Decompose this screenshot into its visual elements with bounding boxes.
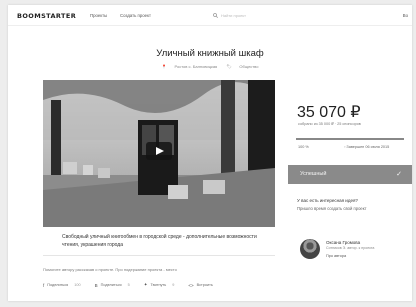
- project-category[interactable]: Общество: [239, 64, 258, 69]
- share-count: 5: [127, 283, 130, 287]
- project-meta: 📍 Ростов с. Балновицкая 🏷 Общество: [8, 64, 412, 69]
- share-label: Поделиться: [100, 283, 122, 287]
- share-facebook[interactable]: f Поделиться 100: [43, 283, 81, 288]
- twitter-icon: ✦: [143, 282, 148, 287]
- status-label: Успешный: [300, 171, 327, 177]
- embed-icon: <>: [188, 282, 194, 288]
- funding-progress-fill: [296, 138, 404, 140]
- location-icon: 📍: [161, 64, 167, 69]
- section-divider: [43, 255, 275, 256]
- author-about: Сотников Э. автор. к проекта: [326, 246, 375, 250]
- deadline-label: Завершен 06 июля 2015: [346, 145, 390, 149]
- nav-create-project[interactable]: Создать проект: [120, 13, 151, 18]
- check-icon: ✓: [396, 171, 402, 178]
- create-project-link[interactable]: Пришло время создать свой проект: [297, 206, 367, 211]
- idea-question: У вас есть интересная идея?: [297, 198, 358, 203]
- collected-info: собрано из 35 000 ₽ · 25 спонсоров: [298, 122, 361, 126]
- vk-icon: В: [94, 282, 98, 288]
- page-frame: BOOMSTARTER Проекты Создать проект Найти…: [8, 5, 412, 301]
- share-count: 100: [74, 283, 81, 287]
- funding-progress-bar: [296, 138, 404, 140]
- status-button[interactable]: Успешный ✓: [288, 165, 412, 184]
- project-video[interactable]: [43, 80, 275, 227]
- deadline-text: ▫ Завершен 06 июля 2015: [344, 145, 389, 149]
- tag-icon: 🏷: [226, 64, 232, 69]
- project-location[interactable]: Ростов с. Балновицкая: [175, 64, 218, 69]
- avatar[interactable]: [300, 239, 320, 259]
- share-embed[interactable]: <> Встроить: [188, 283, 213, 288]
- share-count: 9: [172, 283, 175, 287]
- play-button[interactable]: [146, 142, 172, 160]
- search-icon: [213, 13, 218, 18]
- login-link[interactable]: Во: [403, 13, 408, 18]
- share-label: Поделиться: [47, 283, 69, 287]
- share-bar: f Поделиться 100 В Поделиться 5 ✦ Твитну…: [43, 282, 227, 288]
- nav-projects[interactable]: Проекты: [90, 13, 107, 18]
- share-label: Твитнуть: [150, 283, 167, 287]
- site-logo[interactable]: BOOMSTARTER: [17, 12, 76, 20]
- share-twitter[interactable]: ✦ Твитнуть 9: [144, 282, 175, 288]
- funding-percent: 100 %: [298, 145, 309, 149]
- search-box[interactable]: Найти проект: [213, 11, 303, 20]
- search-placeholder: Найти проект: [221, 13, 246, 18]
- help-text: Помогите автору рассказав о проекте. Про…: [43, 267, 177, 272]
- amount-raised: 35 070 ₽: [297, 104, 361, 121]
- top-navigation: BOOMSTARTER Проекты Создать проект Найти…: [8, 5, 412, 26]
- share-vk[interactable]: В Поделиться 5: [95, 283, 130, 288]
- facebook-icon: f: [43, 282, 45, 288]
- page-title: Уличный книжный шкаф: [156, 48, 264, 59]
- author-name[interactable]: Оксана Громова: [326, 240, 360, 245]
- author-profile-link[interactable]: Про автора: [326, 254, 346, 258]
- share-label: Встроить: [196, 283, 213, 287]
- project-description: Свободный уличный книгообмен в городской…: [62, 234, 257, 248]
